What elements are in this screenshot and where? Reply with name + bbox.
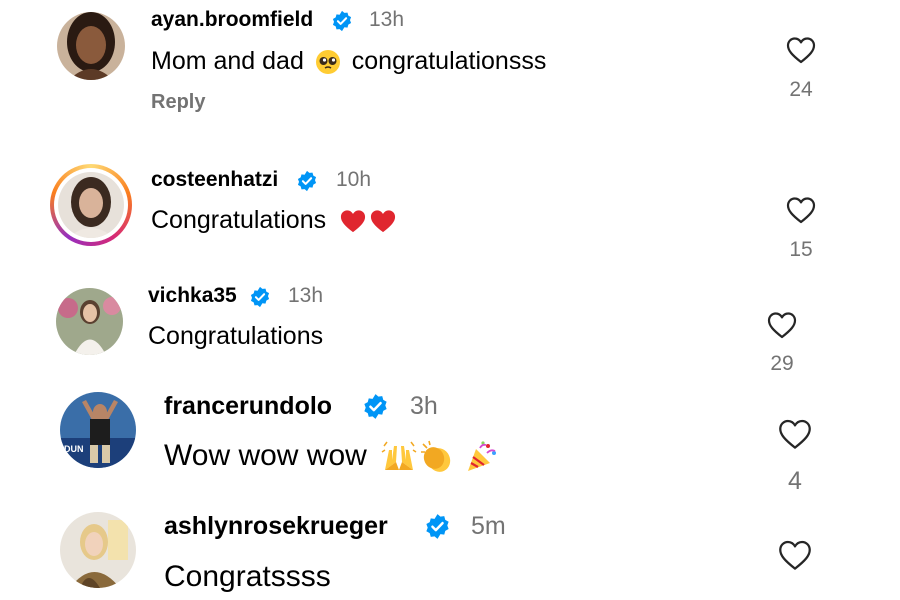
heart-outline-icon[interactable]: [778, 418, 812, 450]
verified-badge-icon: [362, 393, 389, 420]
comment-text: Wow wow wow: [164, 439, 499, 474]
username[interactable]: ayan.broomfield: [151, 8, 313, 32]
username[interactable]: costeenhatzi: [151, 168, 278, 192]
comment-time: 5m: [471, 512, 506, 540]
comment-time: 3h: [410, 392, 438, 420]
comment-item: ashlynrosekrueger 5m Congratssss: [0, 494, 900, 600]
comment-time: 13h: [369, 8, 405, 31]
like-count: 29: [770, 352, 794, 370]
like-count: 4: [788, 467, 802, 494]
comment-text: Congratulations: [148, 322, 324, 350]
verified-badge-icon: [296, 170, 318, 192]
comment-text: Congratulations: [151, 206, 397, 235]
clapping-hands-emoji-icon: [419, 440, 455, 474]
avatar[interactable]: DUN: [60, 392, 136, 468]
comment-time: 10h: [336, 168, 372, 191]
raising-hands-emoji-icon: [381, 440, 417, 474]
reply-button[interactable]: Reply: [151, 91, 205, 114]
heart-outline-icon[interactable]: [786, 196, 816, 224]
like-count: 15: [789, 238, 813, 256]
comment-item: costeenhatzi 10h Congratulations 15: [0, 150, 900, 256]
comment-item: vichka35 13h Congratulations 29: [0, 266, 850, 370]
party-popper-emoji-icon: [465, 440, 499, 474]
pleading-face-emoji-icon: [315, 49, 341, 75]
username[interactable]: francerundolo: [164, 392, 332, 421]
comment-text: Mom and dad congratulationsss: [151, 47, 546, 76]
comments-screenshot: ayan.broomfield 13h Mom and dad congratu…: [0, 0, 900, 600]
avatar[interactable]: [57, 12, 125, 80]
heart-outline-icon[interactable]: [778, 539, 812, 571]
heart-outline-icon[interactable]: [786, 36, 816, 64]
comment-text-part: Mom and dad: [151, 47, 304, 75]
verified-badge-icon: [249, 286, 271, 308]
avatar[interactable]: [60, 512, 136, 588]
svg-text:DUN: DUN: [64, 444, 84, 454]
like-count: 24: [789, 78, 813, 101]
username[interactable]: vichka35: [148, 284, 237, 308]
red-heart-emoji-icon: [369, 208, 397, 234]
verified-badge-icon: [424, 513, 451, 540]
comment-time: 13h: [288, 284, 324, 307]
comment-item: ayan.broomfield 13h Mom and dad congratu…: [0, 0, 900, 150]
comment-text: Congratssss: [164, 560, 331, 593]
comment-item: DUN francerundolo 3h Wow wow wow 4: [0, 376, 900, 494]
username[interactable]: ashlynrosekrueger: [164, 512, 388, 541]
red-heart-emoji-icon: [339, 208, 367, 234]
avatar[interactable]: [58, 172, 124, 238]
comment-text-part: Congratulations: [151, 206, 327, 234]
comment-text-part: Wow wow wow: [164, 439, 367, 472]
comment-text-part: congratulationsss: [351, 47, 547, 75]
heart-outline-icon[interactable]: [767, 311, 797, 339]
avatar[interactable]: [56, 288, 123, 355]
verified-badge-icon: [331, 10, 353, 32]
